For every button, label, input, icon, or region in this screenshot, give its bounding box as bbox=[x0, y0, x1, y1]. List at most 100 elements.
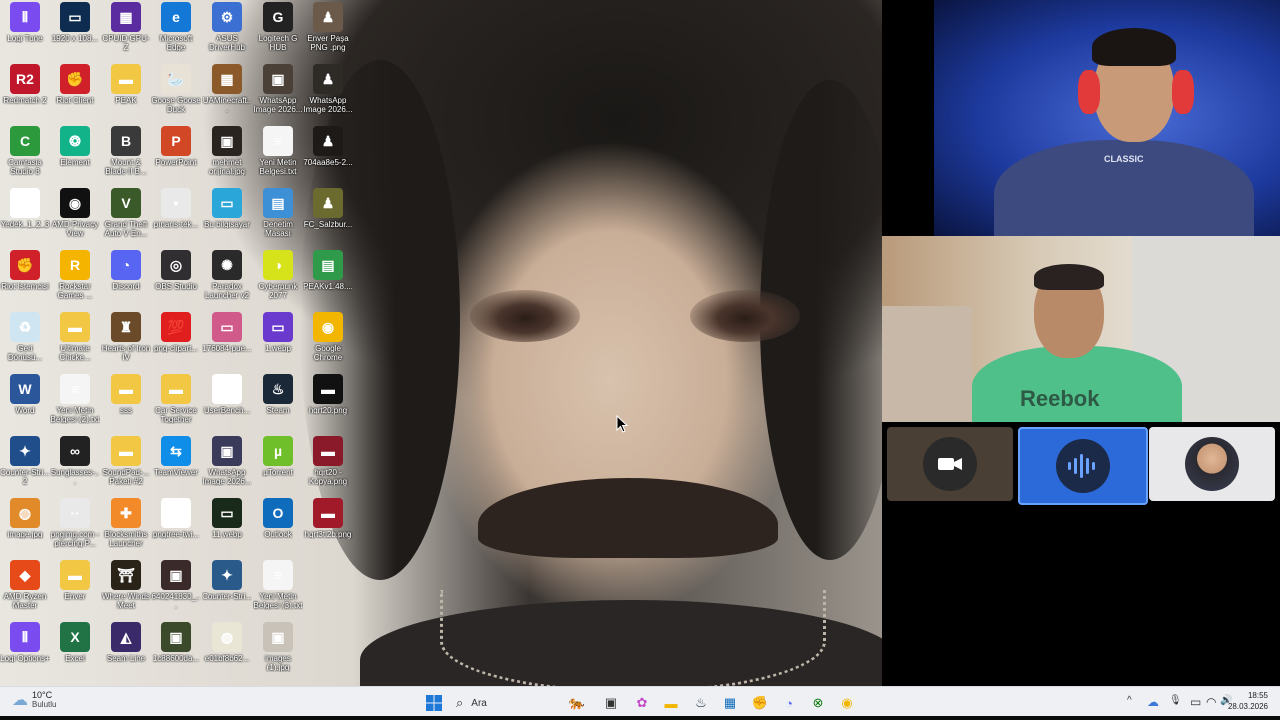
desktop-icon[interactable]: 🦢 Goose Goose Duck bbox=[151, 64, 201, 114]
desktop-icon[interactable]: ▭ pngtree-twi... bbox=[151, 498, 201, 539]
xbox-icon[interactable]: ⊗ bbox=[807, 692, 829, 714]
desktop-icon[interactable]: ▭ 176084-pue... bbox=[202, 312, 252, 353]
desktop-icon[interactable]: ▬ Enver bbox=[50, 560, 100, 601]
steam-icon[interactable]: ♨ bbox=[690, 692, 712, 714]
desktop-icon[interactable]: e Microsoft Edge bbox=[151, 2, 201, 52]
desktop-icon[interactable]: ▬ Car Service Together bbox=[151, 374, 201, 424]
desktop-icon[interactable]: O Outlook bbox=[253, 498, 303, 539]
desktop-icon[interactable]: ▤ PEAKv1.48.... bbox=[303, 250, 353, 291]
desktop-icon[interactable]: ≡ Yedek_1_2_3 bbox=[0, 188, 50, 229]
desktop-icon[interactable]: ▣ images (1).jpg bbox=[253, 622, 303, 672]
desktop-icon[interactable]: ◎ OBS Studio bbox=[151, 250, 201, 291]
desktop-icon[interactable]: ∞ Sunglasses-... bbox=[50, 436, 100, 486]
desktop-icon[interactable]: ◑ Cyberpunk 2077 bbox=[253, 250, 303, 300]
desktop-icon[interactable]: ▣ 1c88600da... bbox=[151, 622, 201, 663]
desktop-icon[interactable]: P PowerPoint bbox=[151, 126, 201, 167]
discord-icon[interactable]: ◔ bbox=[778, 692, 800, 714]
desktop-icon[interactable]: ❂ Element bbox=[50, 126, 100, 167]
task-view-icon[interactable]: ▣ bbox=[600, 692, 622, 714]
microphone-icon[interactable]: 🎙 bbox=[1169, 695, 1182, 706]
desktop-icon[interactable]: V Grand Theft Auto V En... bbox=[101, 188, 151, 238]
desktop-icon[interactable]: ◉ Google Chrome Canary bbox=[303, 312, 353, 362]
desktop-icon[interactable]: ▣ WhatsApp Image 2026... bbox=[202, 436, 252, 486]
desktop-icon[interactable]: ♟ FC_Salzbur... bbox=[303, 188, 353, 229]
desktop-icon[interactable]: ⦀ Logi Options+ bbox=[0, 622, 50, 663]
desktop-icon[interactable]: R Rockstar Games ... bbox=[50, 250, 100, 300]
desktop-icon[interactable]: ▬ SoundPad-... Paketi #2 bbox=[101, 436, 151, 486]
desktop-icon[interactable]: ⇆ TeamViewer bbox=[151, 436, 201, 477]
desktop-icon[interactable]: ▭ 1.webp bbox=[253, 312, 303, 353]
desktop-icon[interactable]: ✊ Riot Client bbox=[50, 64, 100, 105]
desktop-icon-label: Where Winds Meet bbox=[101, 592, 150, 610]
desktop-icon[interactable]: ▭ Bu bilgisayar bbox=[202, 188, 252, 229]
copilot-icon[interactable]: ✿ bbox=[631, 692, 653, 714]
tray-chevron-icon[interactable]: ^ bbox=[1127, 695, 1132, 706]
taskbar-clock[interactable]: 18:55 28.03.2026 bbox=[1228, 690, 1268, 712]
desktop-icon[interactable]: ▭ 1920 x 108... bbox=[50, 2, 100, 43]
desktop-icon[interactable]: ◉ AMD Privacy View bbox=[50, 188, 100, 238]
desktop-icon[interactable]: ▬ Ultimate Chicke... bbox=[50, 312, 100, 362]
microsoft-store-icon[interactable]: ▦ bbox=[719, 692, 741, 714]
desktop-icon[interactable]: B Mount & Blade II B... bbox=[101, 126, 151, 176]
desktop-icon[interactable]: ✊ Riot İstemcisi bbox=[0, 250, 50, 291]
desktop-icon[interactable]: ♟ 704aa8e5-2... bbox=[303, 126, 353, 167]
desktop-icon[interactable]: ◍ e01bf8b62... bbox=[202, 622, 252, 663]
desktop-icon[interactable]: • pınarıs-tek... bbox=[151, 188, 201, 229]
desktop-icon[interactable]: ◷ UserBench... bbox=[202, 374, 252, 415]
desktop-icon[interactable]: ✚ Blocksmiths Launcher bbox=[101, 498, 151, 548]
desktop-icon[interactable]: ≡ Yeni Metin Belgesi.txt bbox=[253, 126, 303, 176]
desktop-icon[interactable]: ·· pngimg.com - piercing P... bbox=[50, 498, 100, 548]
desktop-icon[interactable]: ◭ Seam Line bbox=[101, 622, 151, 663]
desktop-icon[interactable]: ▣ 640241830_... bbox=[151, 560, 201, 610]
file-explorer-icon[interactable]: ▬ bbox=[660, 692, 682, 714]
desktop-icon[interactable]: ◔ Discord bbox=[101, 250, 151, 291]
desktop-icon[interactable]: ♻ Geri Dönüşü... bbox=[0, 312, 50, 362]
desktop-icon[interactable]: ▦ CPUID GPU-Z bbox=[101, 2, 151, 52]
desktop-icon-image-icon: ▣ bbox=[263, 622, 293, 652]
desktop-icon[interactable]: ♟ WhatsApp Image 2026... bbox=[303, 64, 353, 114]
desktop-icon[interactable]: ✦ Counter-Stri... 2 bbox=[0, 436, 50, 486]
desktop-icon[interactable]: ▭ 11.webp bbox=[202, 498, 252, 539]
participant-video-middle[interactable]: Reebok bbox=[882, 236, 1280, 422]
chrome-canary-icon[interactable]: ◉ bbox=[836, 692, 858, 714]
desktop-icon[interactable]: 💯 png-clipart... bbox=[151, 312, 201, 353]
desktop-icon[interactable]: R2 Redmatch 2 bbox=[0, 64, 50, 105]
avatar-tile[interactable] bbox=[1149, 427, 1275, 501]
onedrive-icon[interactable]: ☁ bbox=[1147, 695, 1159, 709]
riot-icon[interactable]: ✊ bbox=[749, 692, 771, 714]
desktop-icon[interactable]: ▣ mehmet orijinal.jpg bbox=[202, 126, 252, 176]
desktop-icon[interactable]: ▬ PEAK bbox=[101, 64, 151, 105]
desktop-icon[interactable]: C Camtasia Studio 8 bbox=[0, 126, 50, 176]
desktop-icon[interactable]: ▦ UAMinecraft... bbox=[202, 64, 252, 114]
desktop-icon[interactable]: ▬ hqrt3tl2b.png bbox=[303, 498, 353, 539]
desktop-icon[interactable]: ≡ Yeni Metin Belgesi (2).txt bbox=[50, 374, 100, 424]
desktop-icon[interactable]: ⦀ Logi Tune bbox=[0, 2, 50, 43]
desktop-icon[interactable]: µ µTorrent bbox=[253, 436, 303, 477]
speaking-tile[interactable] bbox=[1018, 427, 1148, 505]
desktop-icon[interactable]: ▤ Denetim Masası bbox=[253, 188, 303, 238]
weather-widget[interactable]: ☁ 10°C Bulutlu bbox=[12, 690, 56, 710]
widget-icon[interactable]: 🐅 bbox=[566, 692, 588, 714]
desktop-icon[interactable]: ▣ WhatsApp Image 2026... bbox=[253, 64, 303, 114]
desktop-icon[interactable]: ▬ hqrt20 - Kopya.png bbox=[303, 436, 353, 486]
desktop-icon[interactable]: ⛩ Where Winds Meet bbox=[101, 560, 151, 610]
participant-video-top[interactable]: CLASSIC bbox=[934, 0, 1280, 236]
start-button[interactable] bbox=[423, 692, 445, 714]
desktop-icon[interactable]: X Excel bbox=[50, 622, 100, 663]
display-icon[interactable]: ▭ bbox=[1190, 695, 1201, 709]
desktop-icon[interactable]: ♟ Enver Paşa PNG .png bbox=[303, 2, 353, 52]
desktop-icon[interactable]: ◆ AMD Ryzen Master bbox=[0, 560, 50, 610]
desktop-icon[interactable]: ♜ Hearts of Iron IV bbox=[101, 312, 151, 362]
desktop-icon[interactable]: ◍ image.jpg bbox=[0, 498, 50, 539]
desktop-icon[interactable]: ⚙ ASUS DriverHub bbox=[202, 2, 252, 52]
camera-tile[interactable] bbox=[887, 427, 1013, 501]
desktop-icon[interactable]: ♨ Steam bbox=[253, 374, 303, 415]
wifi-icon[interactable]: ◠ bbox=[1206, 695, 1216, 709]
desktop-icon[interactable]: ▬ hqrt20.png bbox=[303, 374, 353, 415]
desktop-icon[interactable]: ▬ sss bbox=[101, 374, 151, 415]
desktop-icon[interactable]: G Logitech G HUB bbox=[253, 2, 303, 52]
desktop-icon[interactable]: W Word bbox=[0, 374, 50, 415]
desktop-icon[interactable]: ✺ Paradox Launcher v2 bbox=[202, 250, 252, 300]
desktop-icon[interactable]: ≡ Yeni Metin Belgesi (3).txt bbox=[253, 560, 303, 610]
desktop-icon[interactable]: ✦ Counter-Stri... bbox=[202, 560, 252, 601]
